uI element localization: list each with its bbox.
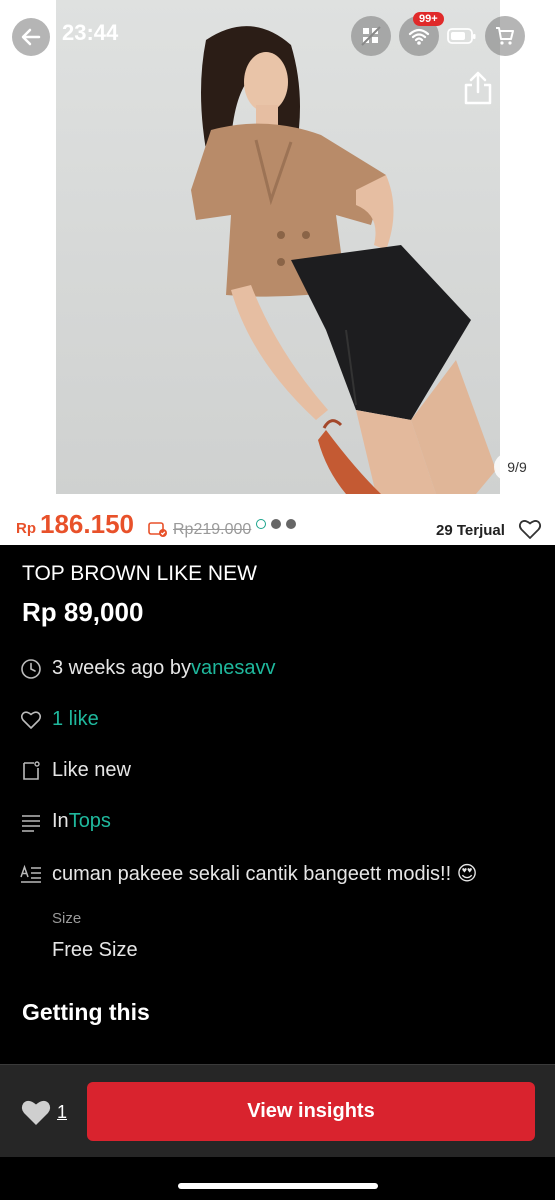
voucher-icon — [148, 522, 167, 537]
gallery-pagination[interactable] — [256, 519, 296, 529]
tag-icon — [23, 760, 40, 780]
list-icon — [22, 814, 40, 832]
pagination-dot[interactable] — [271, 519, 281, 529]
posted-time: 3 weeks ago by — [52, 657, 191, 679]
seller-link[interactable]: vanesavv — [191, 657, 276, 680]
sold-count: 29 Terjual — [436, 522, 505, 539]
description-icon — [20, 864, 41, 883]
status-time: 23:44 — [62, 20, 119, 45]
bottom-action-bar: 1 View insights — [0, 1064, 555, 1157]
cart-icon — [496, 27, 514, 45]
category-prefix: In — [52, 810, 69, 832]
likes-info[interactable]: 1 like — [20, 708, 99, 731]
status-icons: 99+ — [351, 12, 525, 56]
heart-outline-icon — [20, 710, 42, 729]
image-counter: 9/9 — [494, 453, 540, 481]
product-image-area: 23:44 99+ 9/9 Rp 186.150 Rp219.000 29 Te… — [0, 0, 555, 545]
back-arrow-icon[interactable] — [14, 72, 48, 106]
grid-icon — [361, 26, 381, 46]
back-arrow-icon — [21, 28, 41, 46]
description-text: cuman pakeee sekali cantik bangeett modi… — [52, 863, 478, 885]
clock-icon — [21, 658, 41, 679]
product-photo-illustration — [191, 26, 496, 494]
category-link[interactable]: Tops — [69, 810, 111, 833]
view-insights-button[interactable]: View insights — [87, 1082, 535, 1141]
original-price: Rp219.000 — [173, 521, 252, 538]
cart-button[interactable]: 99+ — [399, 12, 444, 56]
home-indicator[interactable] — [178, 1183, 378, 1189]
heart-outline-icon[interactable] — [518, 518, 542, 540]
pagination-dot[interactable] — [286, 519, 296, 529]
likes-link[interactable]: 1 like — [52, 708, 99, 731]
like-count[interactable]: 1 — [57, 1102, 67, 1123]
section-title: Getting this — [22, 999, 150, 1025]
share-icon[interactable] — [462, 70, 494, 106]
system-back-button[interactable] — [12, 18, 50, 56]
condition-info: Like new — [20, 759, 131, 782]
condition-value: Like new — [52, 759, 131, 781]
price-currency: Rp — [16, 520, 36, 537]
listing-price: Rp 89,000 — [22, 597, 144, 627]
pagination-dot-active[interactable] — [256, 519, 266, 529]
battery-icon — [447, 28, 476, 44]
size-label: Size — [52, 910, 82, 927]
posted-info: 3 weeks ago by vanesavv — [20, 657, 275, 680]
quick-action-button[interactable] — [351, 16, 391, 56]
size-value: Free Size — [52, 939, 138, 961]
cart-badge: 99+ — [413, 12, 444, 26]
discounted-price: 186.150 — [40, 509, 134, 539]
wifi-icon — [408, 28, 430, 45]
heart-filled-icon[interactable] — [20, 1097, 52, 1127]
category-info: In Tops — [20, 810, 111, 833]
more-vertical-icon[interactable] — [512, 72, 536, 104]
product-photo[interactable] — [56, 0, 500, 494]
description-info: cuman pakeee sekali cantik bangeett modi… — [20, 861, 478, 886]
cart-shortcut-button[interactable] — [485, 16, 525, 56]
listing-title: TOP BROWN LIKE NEW — [22, 562, 257, 585]
price-strip: Rp 186.150 Rp219.000 29 Terjual — [0, 505, 555, 545]
